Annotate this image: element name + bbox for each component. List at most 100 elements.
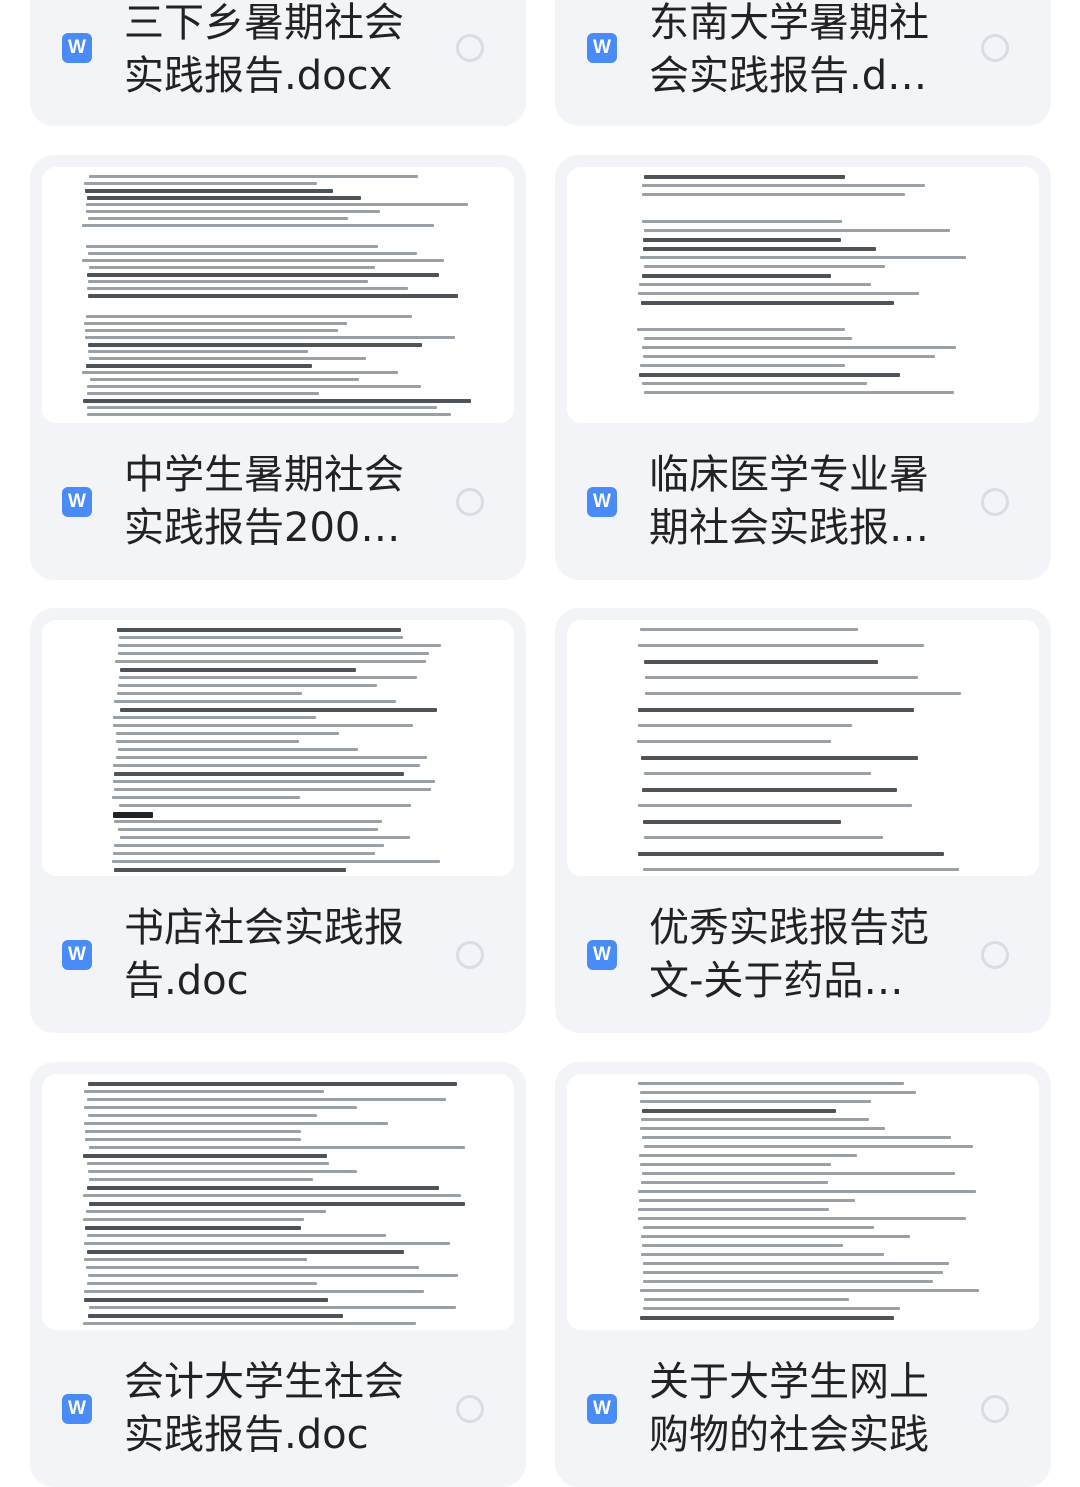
select-radio[interactable] [981, 941, 1009, 969]
thumbnail-text-line [87, 1162, 330, 1165]
thumbnail-text-line [639, 1091, 917, 1094]
thumbnail-text-line [112, 716, 317, 719]
thumbnail-text-line [86, 1234, 386, 1237]
thumbnail-text-line [637, 1217, 967, 1220]
thumbnail-text-line [85, 1266, 419, 1269]
thumbnail-text-line [643, 247, 877, 251]
word-doc-icon: W [587, 487, 617, 517]
thumbnail-text-line [638, 708, 915, 712]
thumbnail-text-line [637, 328, 845, 331]
thumbnail-text-line [84, 189, 334, 193]
thumbnail-text-line [113, 780, 436, 783]
thumbnail-text-line [639, 256, 966, 259]
thumbnail-text-line [82, 1194, 462, 1197]
thumbnail-text-line [83, 322, 347, 325]
file-card[interactable]: W 关于大学生网上购物的社会实践 [555, 1062, 1051, 1487]
thumbnail-text-line [88, 1274, 459, 1277]
thumbnail-text-line [85, 329, 339, 332]
word-doc-icon: W [62, 33, 92, 63]
thumbnail-text-line [88, 294, 459, 298]
thumbnail-text-line [638, 1199, 855, 1202]
thumbnail-text-line [115, 732, 339, 735]
thumbnail-text-line [114, 700, 397, 703]
word-doc-icon: W [62, 487, 92, 517]
select-radio[interactable] [981, 1395, 1009, 1423]
thumbnail-text-line [641, 184, 925, 187]
thumbnail-text-line [82, 399, 472, 403]
file-name: 书店社会实践报告.doc [124, 905, 404, 1004]
thumbnail-text-line [644, 692, 961, 695]
word-doc-icon: W [587, 33, 617, 63]
select-radio[interactable] [456, 34, 484, 62]
select-radio[interactable] [981, 488, 1009, 516]
thumbnail-text-line [86, 203, 468, 206]
thumbnail-text-line [88, 280, 369, 283]
select-radio[interactable] [456, 941, 484, 969]
file-card[interactable]: W 三下乡暑期社会实践报告.docx [30, 0, 526, 126]
thumbnail-text-line [87, 1114, 318, 1117]
thumbnail-text-line [642, 1109, 836, 1113]
file-name: 三下乡暑期社会实践报告.docx [124, 0, 404, 99]
file-name: 优秀实践报告范文-关于药品安... [649, 905, 929, 1004]
thumbnail-text-line [87, 252, 418, 255]
thumbnail-text-line [640, 1316, 895, 1320]
thumbnail-text-line [89, 1306, 456, 1309]
document-thumbnail [567, 620, 1039, 876]
thumbnail-text-line [644, 676, 919, 679]
thumbnail-text-line [637, 852, 945, 856]
thumbnail-text-line [89, 175, 418, 178]
word-doc-icon: W [62, 1394, 92, 1424]
thumbnail-text-line [88, 357, 366, 360]
thumbnail-text-line [644, 772, 871, 775]
file-card[interactable]: W 书店社会实践报告.doc [30, 608, 526, 1033]
thumbnail-text-line [86, 392, 319, 395]
thumbnail-text-line [114, 820, 382, 823]
thumbnail-text-line [112, 860, 440, 863]
thumbnail-text-line [641, 788, 897, 792]
file-card[interactable]: W 中学生暑期社会实践报告2000... [30, 155, 526, 580]
thumbnail-text-line [119, 668, 357, 672]
thumbnail-text-line [113, 764, 421, 767]
thumbnail-text-line [88, 266, 375, 269]
thumbnail-text-line [85, 1226, 302, 1230]
thumbnail-text-line [637, 1082, 905, 1085]
thumbnail-text-line [644, 337, 852, 340]
select-radio[interactable] [981, 34, 1009, 62]
thumbnail-text-line [638, 1190, 976, 1193]
select-radio[interactable] [456, 488, 484, 516]
thumbnail-text-line [642, 868, 960, 871]
thumbnail-text-line [643, 660, 879, 664]
thumbnail-text-line [85, 1138, 302, 1141]
thumbnail-text-line [86, 1186, 439, 1190]
thumbnail-text-line [637, 1208, 830, 1211]
thumbnail-text-line [638, 373, 900, 377]
thumbnail-text-line [85, 364, 312, 368]
thumbnail-text-line [86, 196, 361, 200]
thumbnail-text-line [86, 245, 379, 248]
thumbnail-text-line [118, 804, 412, 807]
thumbnail-text-line [82, 259, 444, 262]
thumbnail-text-line [83, 1258, 307, 1261]
thumbnail-text-line [642, 1172, 955, 1175]
thumbnail-text-line [113, 724, 414, 727]
file-card[interactable]: W 优秀实践报告范文-关于药品安... [555, 608, 1051, 1033]
document-thumbnail [567, 1074, 1039, 1330]
file-card[interactable]: W 会计大学生社会实践报告.doc [30, 1062, 526, 1487]
thumbnail-text-line [119, 676, 418, 679]
thumbnail-text-line [85, 336, 455, 339]
thumbnail-text-line [89, 1146, 466, 1149]
thumbnail-text-line [117, 748, 359, 751]
thumbnail-text-line [87, 273, 439, 277]
thumbnail-text-line [82, 224, 434, 227]
thumbnail-text-line [641, 1253, 885, 1256]
file-card[interactable]: W 临床医学专业暑期社会实践报告... [555, 155, 1051, 580]
thumbnail-text-line [82, 371, 399, 374]
thumbnail-text-line [86, 413, 451, 416]
file-card[interactable]: W 东南大学暑期社会实践报告.docx [555, 0, 1051, 126]
thumbnail-text-line [117, 692, 302, 695]
thumbnail-text-line [87, 1082, 458, 1086]
thumbnail-text-line [642, 346, 957, 349]
file-grid: W 三下乡暑期社会实践报告.docx W 东南大学暑期社会实践报告.docx W… [0, 0, 1080, 1487]
select-radio[interactable] [456, 1395, 484, 1423]
thumbnail-text-line [119, 708, 437, 712]
